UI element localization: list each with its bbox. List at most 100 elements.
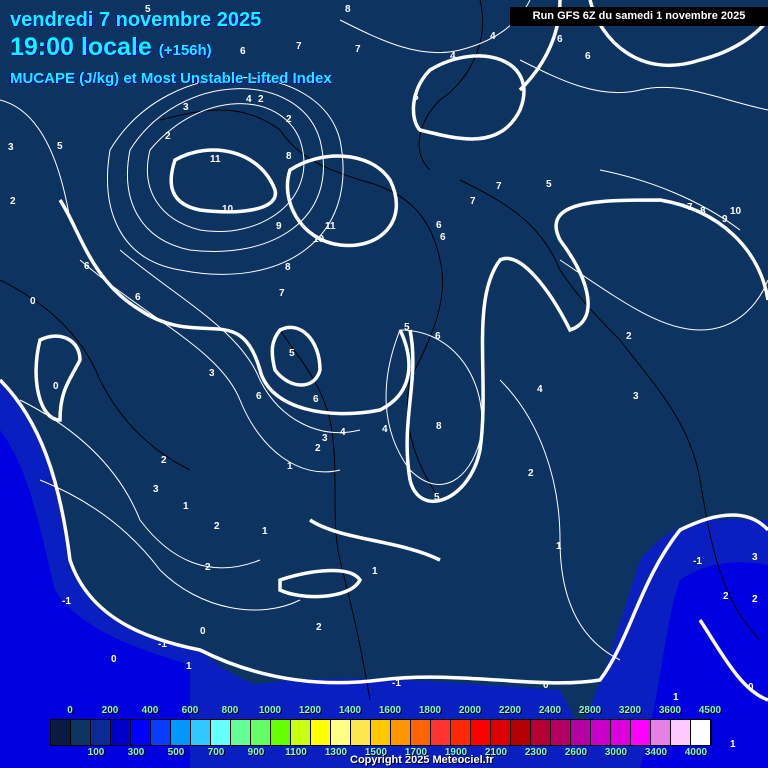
forecast-date: vendredi 7 novembre 2025	[10, 9, 262, 31]
contour-label: 6	[256, 391, 262, 402]
legend-label: 2200	[498, 705, 522, 716]
legend-swatch	[331, 720, 351, 745]
legend-swatch	[371, 720, 391, 745]
contour-label: 3	[153, 484, 159, 495]
contour-label: 7	[470, 196, 476, 207]
legend-swatch	[151, 720, 171, 745]
contour-label: 2	[626, 331, 632, 342]
contour-label: 1	[372, 566, 378, 577]
contour-label: -1	[62, 596, 71, 607]
legend-swatch	[631, 720, 651, 745]
map-canvas: 5 86 7 744 66324 22851110910118766326775667 8 1…	[0, 0, 768, 768]
legend-label: 100	[87, 747, 105, 758]
contour-label: -1	[158, 639, 167, 650]
legend-label: 1200	[298, 705, 322, 716]
contour-label: 6	[435, 331, 441, 342]
legend-label: 2000	[458, 705, 482, 716]
contour-label: 5	[434, 492, 440, 503]
contour-label: 6	[436, 220, 442, 231]
contour-label: 0	[30, 296, 36, 307]
contour-label: 2	[214, 521, 220, 532]
legend-swatch	[311, 720, 331, 745]
contour-label: 2	[258, 94, 264, 105]
forecast-time: 19:00 locale (+156h)	[10, 33, 212, 62]
legend-swatch	[511, 720, 531, 745]
contour-label: 0	[53, 381, 59, 392]
legend-label: 2400	[538, 705, 562, 716]
legend-swatch	[691, 720, 711, 745]
legend-label: 800	[221, 705, 239, 716]
contour-label: 3	[209, 368, 215, 379]
legend-swatch	[191, 720, 211, 745]
contour-label: 4	[537, 384, 543, 395]
legend-label: 300	[127, 747, 145, 758]
contour-label: 7	[496, 181, 502, 192]
contour-label: 5	[289, 348, 295, 359]
legend-label: 3000	[604, 747, 628, 758]
contour-label: 4	[382, 424, 388, 435]
contour-label: 4	[246, 94, 252, 105]
contour-label: 1	[186, 661, 192, 672]
weather-map: 5 8 6 7 7 4 4 6 6 3 2 4 2 2 8 5 11 10 9 10 11 8 7 6 6 3 2 6 7 7 5 6 6 7 8 1…	[0, 0, 768, 768]
model-run-label: Run GFS 6Z du samedi 1 novembre 2025	[510, 7, 768, 26]
contour-label: 2	[205, 562, 211, 573]
contour-label: 10	[313, 234, 325, 245]
contour-label: 10	[222, 204, 234, 215]
legend-label: 3600	[658, 705, 682, 716]
contour-label: -1	[392, 678, 401, 689]
legend-swatch	[551, 720, 571, 745]
contour-label: 1	[183, 501, 189, 512]
legend-swatch	[91, 720, 111, 745]
contour-label: 9	[722, 214, 728, 225]
legend-label: 0	[67, 705, 73, 716]
contour-label: 3	[183, 102, 189, 113]
legend-label: 900	[247, 747, 265, 758]
legend-swatch	[111, 720, 131, 745]
contour-label: 6	[413, 92, 419, 103]
legend-swatch	[131, 720, 151, 745]
contour-label: 2	[286, 114, 292, 125]
legend-swatch	[611, 720, 631, 745]
contour-label: 2	[10, 196, 16, 207]
contour-label: 2	[752, 594, 758, 605]
contour-label: 0	[111, 654, 117, 665]
legend-swatch	[291, 720, 311, 745]
legend-label: 3200	[618, 705, 642, 716]
legend-label: 1500	[364, 747, 388, 758]
legend-label: 2600	[564, 747, 588, 758]
contour-label: 8	[436, 421, 442, 432]
contour-label: 5	[404, 322, 410, 333]
contour-label: 11	[210, 154, 221, 165]
legend-swatch	[391, 720, 411, 745]
contour-label: 7	[355, 44, 361, 55]
contour-label: 0	[748, 682, 754, 693]
legend-label: 1300	[324, 747, 348, 758]
contour-label: 6	[240, 46, 246, 57]
legend-swatch	[471, 720, 491, 745]
legend-label: 1700	[404, 747, 428, 758]
contour-label: 3	[8, 142, 14, 153]
legend-label: 2100	[484, 747, 508, 758]
legend-label: 4500	[698, 705, 722, 716]
legend-label: 400	[141, 705, 159, 716]
contour-label: 8	[700, 206, 706, 217]
lead-time: (+156h)	[158, 42, 212, 59]
contour-label: 11	[325, 221, 336, 232]
contour-label: 6	[313, 394, 319, 405]
contour-label: 6	[440, 232, 446, 243]
contour-label: 4	[450, 51, 456, 62]
contour-label: 2	[165, 131, 171, 142]
legend-label: 1100	[285, 747, 307, 758]
legend-swatch	[591, 720, 611, 745]
contour-label: 7	[687, 202, 693, 213]
legend-swatch	[271, 720, 291, 745]
product-title: MUCAPE (J/kg) et Most Unstable Lifted In…	[10, 70, 332, 87]
contour-label: 0	[200, 626, 206, 637]
legend-label: 1900	[444, 747, 468, 758]
legend-swatch	[411, 720, 431, 745]
legend-swatch	[431, 720, 451, 745]
contour-label: -1	[693, 556, 702, 567]
contour-label: 6	[135, 292, 141, 303]
legend-label: 2800	[578, 705, 602, 716]
contour-label: 0	[543, 680, 549, 691]
